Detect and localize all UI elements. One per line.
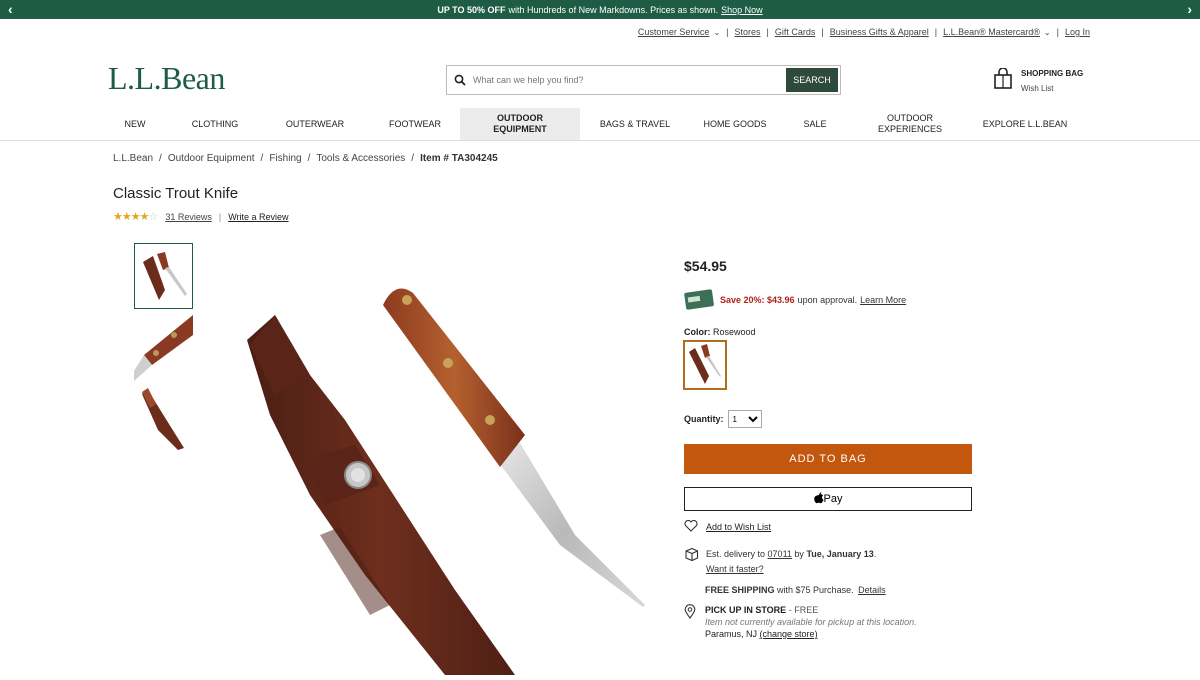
rating-row: ★★★★☆ 31 Reviews | Write a Review	[113, 210, 289, 223]
apple-pay-label: Pay	[823, 493, 843, 505]
color-label-title: Color:	[684, 327, 711, 337]
save-offer: Save 20%: $43.96	[720, 295, 795, 305]
nav-home-goods[interactable]: HOME GOODS	[695, 108, 775, 140]
nav-bags-travel[interactable]: BAGS & TRAVEL	[592, 108, 678, 140]
nav-clothing[interactable]: CLOTHING	[180, 108, 250, 140]
nav-sale[interactable]: SALE	[795, 108, 835, 140]
chevron-down-icon[interactable]: ⌄	[713, 28, 720, 37]
pickup-unavailable: Item not currently available for pickup …	[705, 617, 917, 627]
divider: |	[821, 27, 824, 37]
breadcrumb-home[interactable]: L.L.Bean	[113, 153, 153, 164]
promo-banner: ‹ UP TO 50% OFF with Hundreds of New Mar…	[0, 0, 1200, 19]
chevron-right-icon[interactable]: ›	[1187, 1, 1192, 17]
apple-icon	[813, 491, 824, 507]
pickup-info: PICK UP IN STORE - FREE Item not current…	[684, 604, 917, 640]
zip-code-link[interactable]: 07011	[768, 549, 792, 559]
utility-links: Customer Service ⌄ | Stores | Gift Cards…	[638, 27, 1090, 37]
quantity-label: Quantity:	[684, 414, 724, 424]
nav-outerwear[interactable]: OUTERWEAR	[275, 108, 355, 140]
card-offer: Save 20%: $43.96 upon approval. Learn Mo…	[684, 288, 906, 312]
delivery-info: Est. delivery to 07011 by Tue, January 1…	[684, 547, 876, 577]
breadcrumb-separator: /	[411, 153, 415, 164]
mastercard-link[interactable]: L.L.Bean® Mastercard®	[943, 27, 1040, 37]
add-to-wish-list-link[interactable]: Add to Wish List	[706, 522, 771, 532]
customer-service-link[interactable]: Customer Service	[638, 27, 710, 37]
apple-pay-button[interactable]: Pay	[684, 487, 972, 511]
gift-cards-link[interactable]: Gift Cards	[775, 27, 816, 37]
search-icon	[447, 74, 473, 86]
wish-list-row: Add to Wish List	[684, 519, 771, 534]
search-bar: SEARCH	[446, 65, 841, 95]
shop-now-link[interactable]: Shop Now	[721, 5, 763, 15]
promo-bold: UP TO 50% OFF	[437, 4, 506, 15]
breadcrumb: L.L.Bean / Outdoor Equipment / Fishing /…	[113, 153, 498, 164]
write-review-link[interactable]: Write a Review	[228, 212, 288, 222]
store-name: Paramus, NJ	[705, 629, 758, 639]
location-pin-icon	[684, 604, 696, 640]
reviews-link[interactable]: 31 Reviews	[165, 212, 212, 222]
breadcrumb-tools[interactable]: Tools & Accessories	[316, 153, 405, 164]
free-shipping-text: with $75 Purchase.	[777, 585, 854, 595]
credit-card-icon	[684, 288, 714, 312]
learn-more-link[interactable]: Learn More	[860, 295, 906, 305]
color-label: Color: Rosewood	[684, 327, 756, 337]
star-rating-icon[interactable]: ★★★★☆	[113, 210, 158, 223]
color-swatch-rosewood[interactable]	[683, 340, 727, 390]
heart-icon[interactable]	[684, 519, 698, 534]
divider: |	[934, 27, 938, 37]
stores-link[interactable]: Stores	[734, 27, 760, 37]
breadcrumb-separator: /	[307, 153, 311, 164]
pickup-title: PICK UP IN STORE	[705, 605, 787, 615]
breadcrumb-outdoor-equipment[interactable]: Outdoor Equipment	[168, 153, 255, 164]
delivery-prefix: Est. delivery to	[706, 549, 766, 559]
thumbnail-2[interactable]	[134, 315, 193, 381]
product-main-image[interactable]	[215, 245, 675, 675]
delivery-by: by	[794, 549, 804, 559]
wish-list-link[interactable]: Wish List	[1021, 84, 1083, 93]
business-gifts-link[interactable]: Business Gifts & Apparel	[830, 27, 929, 37]
thumbnail-1[interactable]	[134, 243, 193, 309]
breadcrumb-fishing[interactable]: Fishing	[269, 153, 301, 164]
divider: |	[766, 27, 769, 37]
divider: |	[218, 211, 222, 222]
nav-new[interactable]: NEW	[110, 108, 160, 140]
main-nav: NEW CLOTHING OUTERWEAR FOOTWEAR OUTDOOR …	[0, 108, 1200, 141]
want-faster-link[interactable]: Want it faster?	[706, 564, 764, 574]
nav-footwear[interactable]: FOOTWEAR	[378, 108, 452, 140]
quantity-select[interactable]: 1	[727, 410, 762, 428]
color-value: Rosewood	[713, 327, 756, 337]
product-price: $54.95	[684, 258, 727, 274]
free-shipping-info: FREE SHIPPING with $75 Purchase. Details	[705, 585, 886, 595]
llbean-logo[interactable]: L.L.Bean	[108, 60, 225, 97]
promo-message: with Hundreds of New Markdowns. Prices a…	[508, 4, 719, 15]
delivery-date: Tue, January 13	[806, 549, 874, 559]
divider: |	[726, 27, 729, 37]
upon-approval: upon approval.	[797, 295, 858, 305]
chevron-left-icon[interactable]: ‹	[8, 1, 13, 17]
chevron-down-icon[interactable]: ⌄	[1044, 28, 1051, 37]
breadcrumb-separator: /	[159, 153, 162, 164]
search-input[interactable]	[473, 75, 840, 85]
add-to-bag-button[interactable]: ADD TO BAG	[684, 444, 972, 474]
nav-outdoor-equipment[interactable]: OUTDOOR EQUIPMENT	[460, 108, 580, 140]
search-button[interactable]: SEARCH	[786, 68, 838, 92]
pickup-free: - FREE	[788, 605, 819, 615]
login-link[interactable]: Log In	[1065, 27, 1090, 37]
nav-explore[interactable]: EXPLORE L.L.BEAN	[975, 108, 1075, 140]
product-title: Classic Trout Knife	[113, 185, 239, 202]
breadcrumb-separator: /	[260, 153, 264, 164]
shopping-bag-icon	[993, 67, 1013, 95]
nav-outdoor-experiences[interactable]: OUTDOOR EXPERIENCES	[865, 108, 955, 140]
shopping-bag-label[interactable]: SHOPPING BAG	[1021, 69, 1083, 78]
shopping-bag[interactable]: SHOPPING BAG Wish List	[993, 67, 1083, 95]
change-store-link[interactable]: (change store)	[760, 629, 818, 639]
free-shipping-label: FREE SHIPPING	[705, 585, 775, 595]
thumbnail-3[interactable]	[134, 386, 193, 452]
quantity-row: Quantity: 1	[684, 410, 762, 428]
box-icon	[684, 547, 699, 577]
divider: |	[1056, 27, 1059, 37]
details-link[interactable]: Details	[858, 585, 886, 595]
item-number: Item # TA304245	[420, 153, 498, 164]
